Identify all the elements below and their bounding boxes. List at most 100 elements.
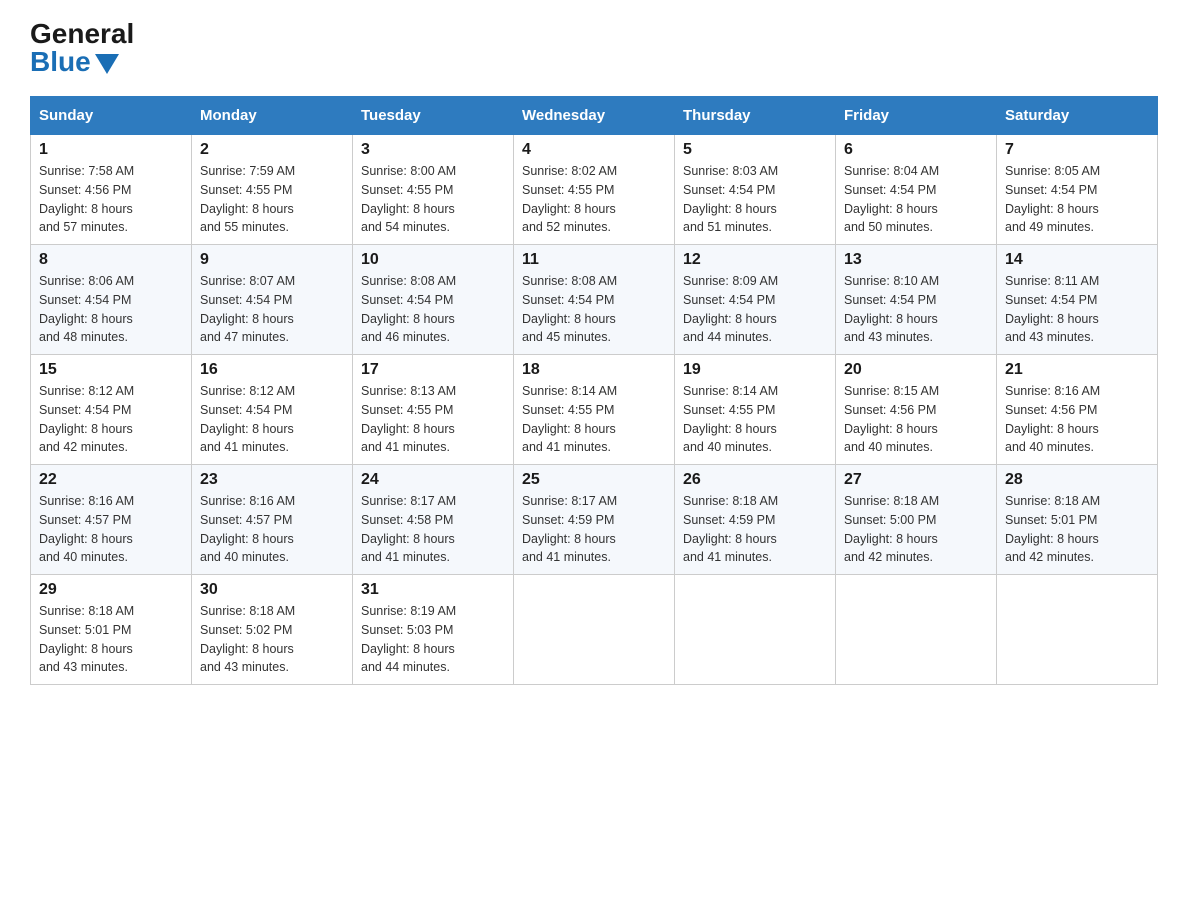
day-number: 1 xyxy=(39,141,183,159)
day-number: 22 xyxy=(39,471,183,489)
day-number: 14 xyxy=(1005,251,1149,269)
day-info: Sunrise: 8:06 AMSunset: 4:54 PMDaylight:… xyxy=(39,274,134,344)
day-info: Sunrise: 8:07 AMSunset: 4:54 PMDaylight:… xyxy=(200,274,295,344)
day-number: 5 xyxy=(683,141,827,159)
logo-general-text: General xyxy=(30,20,134,48)
day-number: 17 xyxy=(361,361,505,379)
calendar-cell: 18 Sunrise: 8:14 AMSunset: 4:55 PMDaylig… xyxy=(514,355,675,465)
calendar-cell: 9 Sunrise: 8:07 AMSunset: 4:54 PMDayligh… xyxy=(192,245,353,355)
calendar-cell: 6 Sunrise: 8:04 AMSunset: 4:54 PMDayligh… xyxy=(836,135,997,245)
calendar-cell: 19 Sunrise: 8:14 AMSunset: 4:55 PMDaylig… xyxy=(675,355,836,465)
day-info: Sunrise: 8:15 AMSunset: 4:56 PMDaylight:… xyxy=(844,384,939,454)
calendar-cell: 12 Sunrise: 8:09 AMSunset: 4:54 PMDaylig… xyxy=(675,245,836,355)
calendar-cell: 2 Sunrise: 7:59 AMSunset: 4:55 PMDayligh… xyxy=(192,135,353,245)
day-info: Sunrise: 8:18 AMSunset: 4:59 PMDaylight:… xyxy=(683,494,778,564)
calendar-cell: 3 Sunrise: 8:00 AMSunset: 4:55 PMDayligh… xyxy=(353,135,514,245)
day-info: Sunrise: 8:13 AMSunset: 4:55 PMDaylight:… xyxy=(361,384,456,454)
calendar-cell: 28 Sunrise: 8:18 AMSunset: 5:01 PMDaylig… xyxy=(997,465,1158,575)
calendar-cell: 1 Sunrise: 7:58 AMSunset: 4:56 PMDayligh… xyxy=(31,135,192,245)
day-number: 19 xyxy=(683,361,827,379)
day-info: Sunrise: 8:19 AMSunset: 5:03 PMDaylight:… xyxy=(361,604,456,674)
day-number: 11 xyxy=(522,251,666,269)
logo-triangle-icon xyxy=(95,54,119,74)
day-info: Sunrise: 8:04 AMSunset: 4:54 PMDaylight:… xyxy=(844,164,939,234)
calendar-week-3: 15 Sunrise: 8:12 AMSunset: 4:54 PMDaylig… xyxy=(31,355,1158,465)
calendar-cell: 31 Sunrise: 8:19 AMSunset: 5:03 PMDaylig… xyxy=(353,575,514,685)
day-info: Sunrise: 8:10 AMSunset: 4:54 PMDaylight:… xyxy=(844,274,939,344)
calendar-cell: 13 Sunrise: 8:10 AMSunset: 4:54 PMDaylig… xyxy=(836,245,997,355)
calendar-cell: 23 Sunrise: 8:16 AMSunset: 4:57 PMDaylig… xyxy=(192,465,353,575)
weekday-header-friday: Friday xyxy=(836,97,997,135)
day-info: Sunrise: 8:05 AMSunset: 4:54 PMDaylight:… xyxy=(1005,164,1100,234)
calendar-cell: 15 Sunrise: 8:12 AMSunset: 4:54 PMDaylig… xyxy=(31,355,192,465)
day-number: 12 xyxy=(683,251,827,269)
day-info: Sunrise: 8:18 AMSunset: 5:00 PMDaylight:… xyxy=(844,494,939,564)
calendar-cell: 16 Sunrise: 8:12 AMSunset: 4:54 PMDaylig… xyxy=(192,355,353,465)
day-info: Sunrise: 8:03 AMSunset: 4:54 PMDaylight:… xyxy=(683,164,778,234)
calendar-cell xyxy=(997,575,1158,685)
calendar-table: SundayMondayTuesdayWednesdayThursdayFrid… xyxy=(30,96,1158,685)
day-number: 25 xyxy=(522,471,666,489)
calendar-cell: 7 Sunrise: 8:05 AMSunset: 4:54 PMDayligh… xyxy=(997,135,1158,245)
day-info: Sunrise: 8:14 AMSunset: 4:55 PMDaylight:… xyxy=(522,384,617,454)
calendar-cell: 24 Sunrise: 8:17 AMSunset: 4:58 PMDaylig… xyxy=(353,465,514,575)
day-info: Sunrise: 8:18 AMSunset: 5:01 PMDaylight:… xyxy=(1005,494,1100,564)
calendar-cell: 25 Sunrise: 8:17 AMSunset: 4:59 PMDaylig… xyxy=(514,465,675,575)
calendar-cell: 26 Sunrise: 8:18 AMSunset: 4:59 PMDaylig… xyxy=(675,465,836,575)
day-info: Sunrise: 8:11 AMSunset: 4:54 PMDaylight:… xyxy=(1005,274,1099,344)
day-info: Sunrise: 8:08 AMSunset: 4:54 PMDaylight:… xyxy=(522,274,617,344)
weekday-header-tuesday: Tuesday xyxy=(353,97,514,135)
calendar-week-2: 8 Sunrise: 8:06 AMSunset: 4:54 PMDayligh… xyxy=(31,245,1158,355)
day-number: 27 xyxy=(844,471,988,489)
calendar-cell: 8 Sunrise: 8:06 AMSunset: 4:54 PMDayligh… xyxy=(31,245,192,355)
calendar-cell: 10 Sunrise: 8:08 AMSunset: 4:54 PMDaylig… xyxy=(353,245,514,355)
weekday-header-thursday: Thursday xyxy=(675,97,836,135)
day-number: 13 xyxy=(844,251,988,269)
calendar-cell: 20 Sunrise: 8:15 AMSunset: 4:56 PMDaylig… xyxy=(836,355,997,465)
day-info: Sunrise: 8:12 AMSunset: 4:54 PMDaylight:… xyxy=(39,384,134,454)
calendar-week-1: 1 Sunrise: 7:58 AMSunset: 4:56 PMDayligh… xyxy=(31,135,1158,245)
weekday-header-wednesday: Wednesday xyxy=(514,97,675,135)
day-info: Sunrise: 8:00 AMSunset: 4:55 PMDaylight:… xyxy=(361,164,456,234)
day-info: Sunrise: 8:14 AMSunset: 4:55 PMDaylight:… xyxy=(683,384,778,454)
day-info: Sunrise: 8:16 AMSunset: 4:57 PMDaylight:… xyxy=(39,494,134,564)
day-info: Sunrise: 8:02 AMSunset: 4:55 PMDaylight:… xyxy=(522,164,617,234)
calendar-cell: 14 Sunrise: 8:11 AMSunset: 4:54 PMDaylig… xyxy=(997,245,1158,355)
day-info: Sunrise: 8:16 AMSunset: 4:57 PMDaylight:… xyxy=(200,494,295,564)
calendar-cell: 5 Sunrise: 8:03 AMSunset: 4:54 PMDayligh… xyxy=(675,135,836,245)
calendar-cell: 27 Sunrise: 8:18 AMSunset: 5:00 PMDaylig… xyxy=(836,465,997,575)
day-info: Sunrise: 8:17 AMSunset: 4:58 PMDaylight:… xyxy=(361,494,456,564)
day-number: 30 xyxy=(200,581,344,599)
weekday-header-monday: Monday xyxy=(192,97,353,135)
calendar-week-5: 29 Sunrise: 8:18 AMSunset: 5:01 PMDaylig… xyxy=(31,575,1158,685)
weekday-header-row: SundayMondayTuesdayWednesdayThursdayFrid… xyxy=(31,97,1158,135)
day-number: 8 xyxy=(39,251,183,269)
weekday-header-sunday: Sunday xyxy=(31,97,192,135)
day-number: 23 xyxy=(200,471,344,489)
weekday-header-saturday: Saturday xyxy=(997,97,1158,135)
day-info: Sunrise: 8:16 AMSunset: 4:56 PMDaylight:… xyxy=(1005,384,1100,454)
day-number: 7 xyxy=(1005,141,1149,159)
calendar-cell: 17 Sunrise: 8:13 AMSunset: 4:55 PMDaylig… xyxy=(353,355,514,465)
day-number: 29 xyxy=(39,581,183,599)
day-number: 26 xyxy=(683,471,827,489)
day-info: Sunrise: 8:08 AMSunset: 4:54 PMDaylight:… xyxy=(361,274,456,344)
day-info: Sunrise: 8:17 AMSunset: 4:59 PMDaylight:… xyxy=(522,494,617,564)
page-header: General Blue xyxy=(30,20,1158,76)
day-info: Sunrise: 8:18 AMSunset: 5:02 PMDaylight:… xyxy=(200,604,295,674)
day-info: Sunrise: 8:18 AMSunset: 5:01 PMDaylight:… xyxy=(39,604,134,674)
day-number: 4 xyxy=(522,141,666,159)
day-number: 21 xyxy=(1005,361,1149,379)
calendar-cell: 29 Sunrise: 8:18 AMSunset: 5:01 PMDaylig… xyxy=(31,575,192,685)
calendar-cell xyxy=(514,575,675,685)
calendar-cell: 30 Sunrise: 8:18 AMSunset: 5:02 PMDaylig… xyxy=(192,575,353,685)
day-info: Sunrise: 7:59 AMSunset: 4:55 PMDaylight:… xyxy=(200,164,295,234)
calendar-cell: 11 Sunrise: 8:08 AMSunset: 4:54 PMDaylig… xyxy=(514,245,675,355)
logo: General Blue xyxy=(30,20,134,76)
day-info: Sunrise: 7:58 AMSunset: 4:56 PMDaylight:… xyxy=(39,164,134,234)
calendar-cell: 4 Sunrise: 8:02 AMSunset: 4:55 PMDayligh… xyxy=(514,135,675,245)
calendar-cell xyxy=(836,575,997,685)
logo-blue-text: Blue xyxy=(30,48,119,76)
calendar-week-4: 22 Sunrise: 8:16 AMSunset: 4:57 PMDaylig… xyxy=(31,465,1158,575)
day-number: 28 xyxy=(1005,471,1149,489)
